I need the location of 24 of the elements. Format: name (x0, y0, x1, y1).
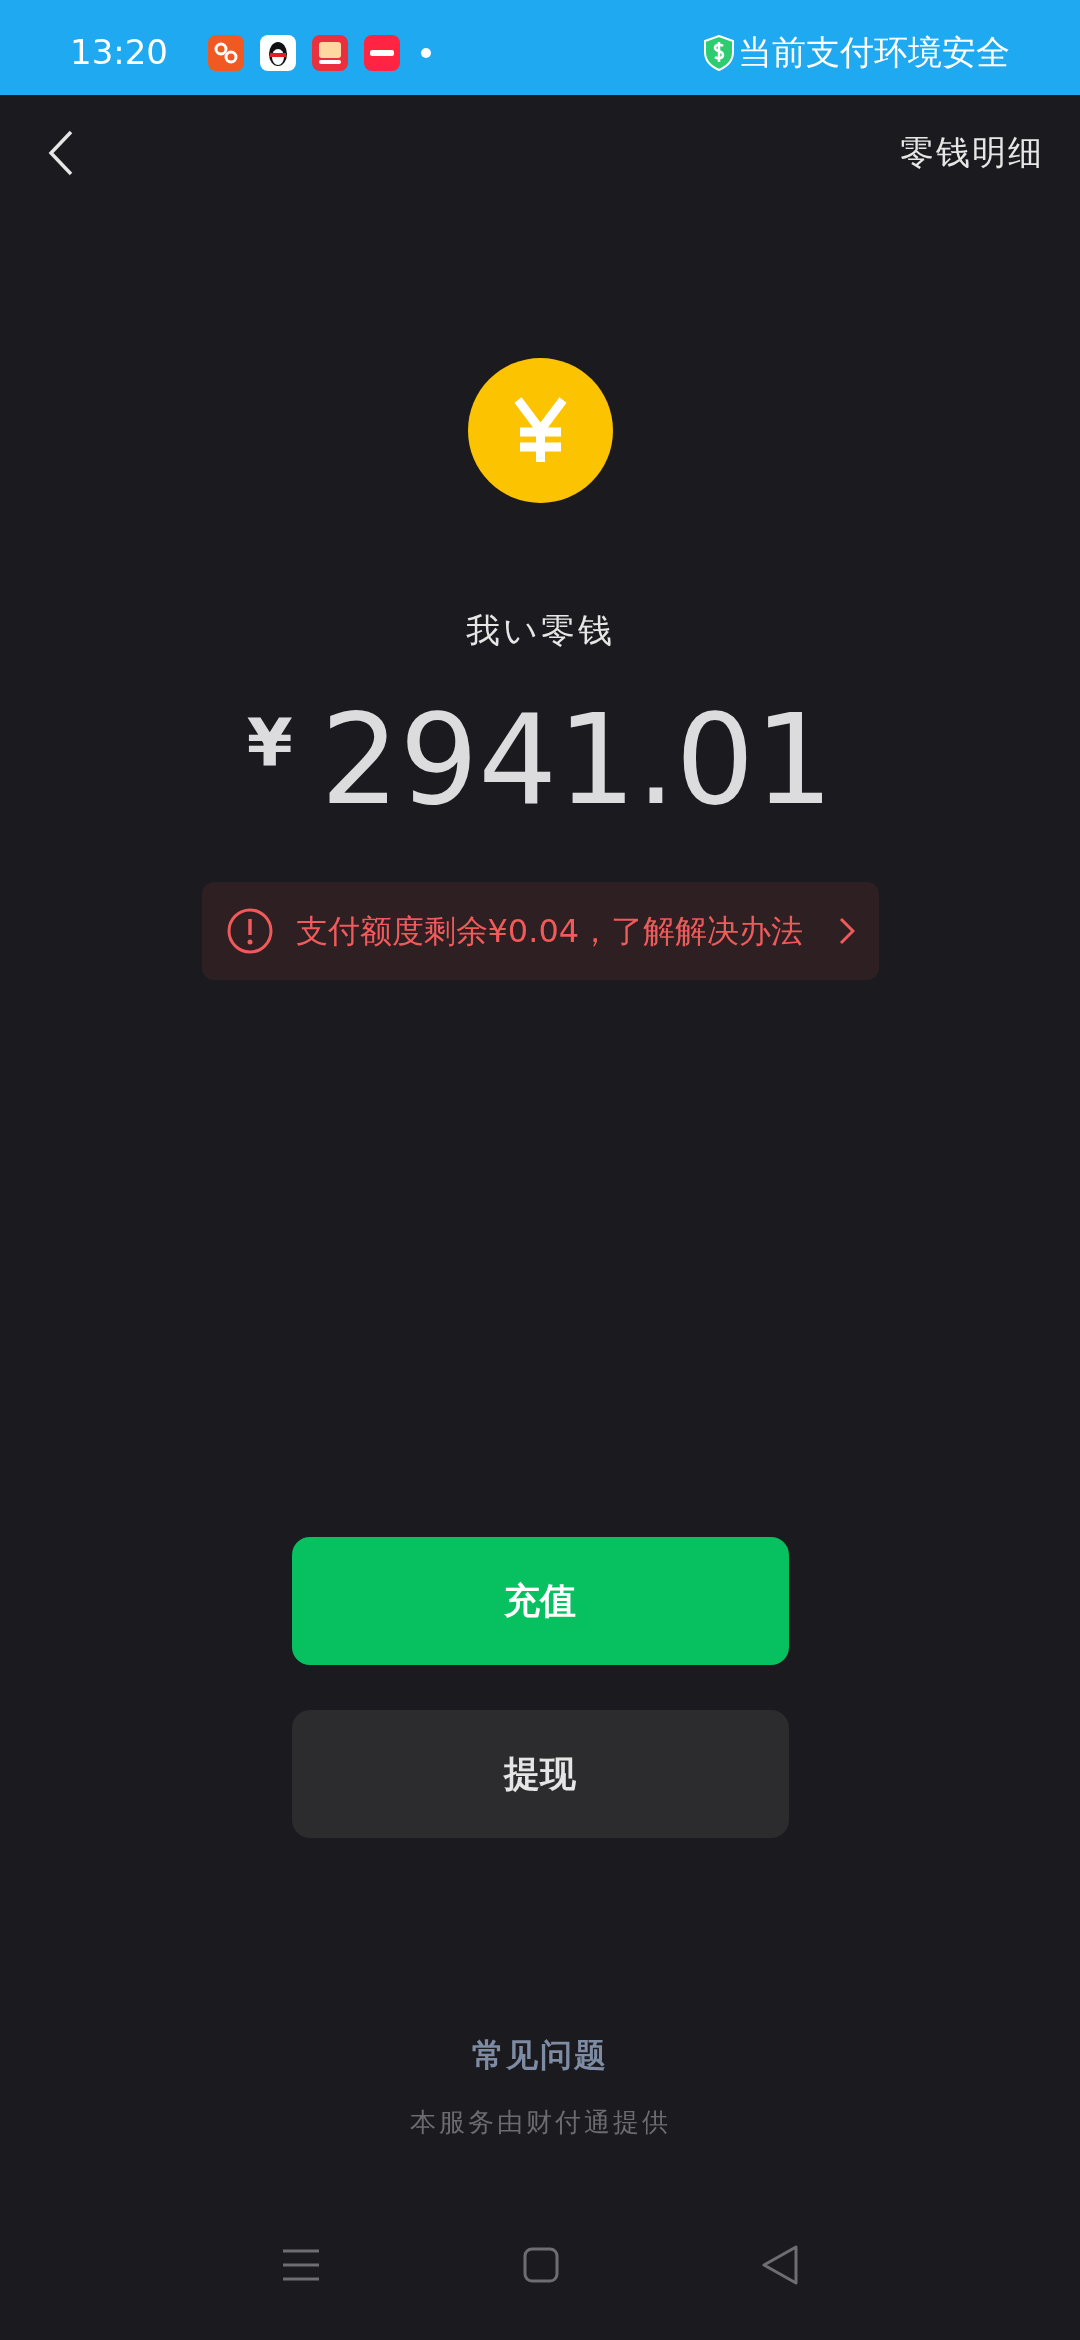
menu-icon[interactable] (281, 2248, 320, 2282)
app-icon (364, 34, 400, 71)
security-status: 当前支付环境安全 (738, 31, 1010, 74)
back-triangle-icon[interactable] (762, 2245, 799, 2285)
home-icon[interactable] (523, 2247, 559, 2283)
shield-icon (704, 34, 734, 71)
currency-symbol: ¥ (246, 703, 293, 783)
provider-note: 本服务由财付通提供 (409, 2106, 671, 2139)
withdraw-button[interactable]: 提现 (291, 1710, 789, 1838)
notification-dot-icon (420, 46, 432, 59)
chevron-left-icon (48, 129, 74, 176)
app-icon (260, 34, 296, 71)
balance-amount: 2941.01 (320, 695, 834, 825)
quota-alert-banner[interactable]: 支付额度剩余¥0.04，了解解决办法 (201, 882, 879, 980)
app-icon (312, 34, 348, 71)
warning-icon (225, 907, 274, 955)
faq-link[interactable]: 常见问题 (472, 2035, 608, 2075)
details-link[interactable]: 零钱明细 (900, 127, 1044, 178)
app-icon (208, 34, 244, 71)
wallet-label: 我い零钱 (465, 610, 615, 650)
status-time: 13:20 (70, 31, 168, 74)
chevron-right-icon (838, 917, 855, 945)
yuan-coin-icon (467, 358, 613, 503)
quota-alert-text: 支付额度剩余¥0.04，了解解决办法 (295, 911, 804, 952)
